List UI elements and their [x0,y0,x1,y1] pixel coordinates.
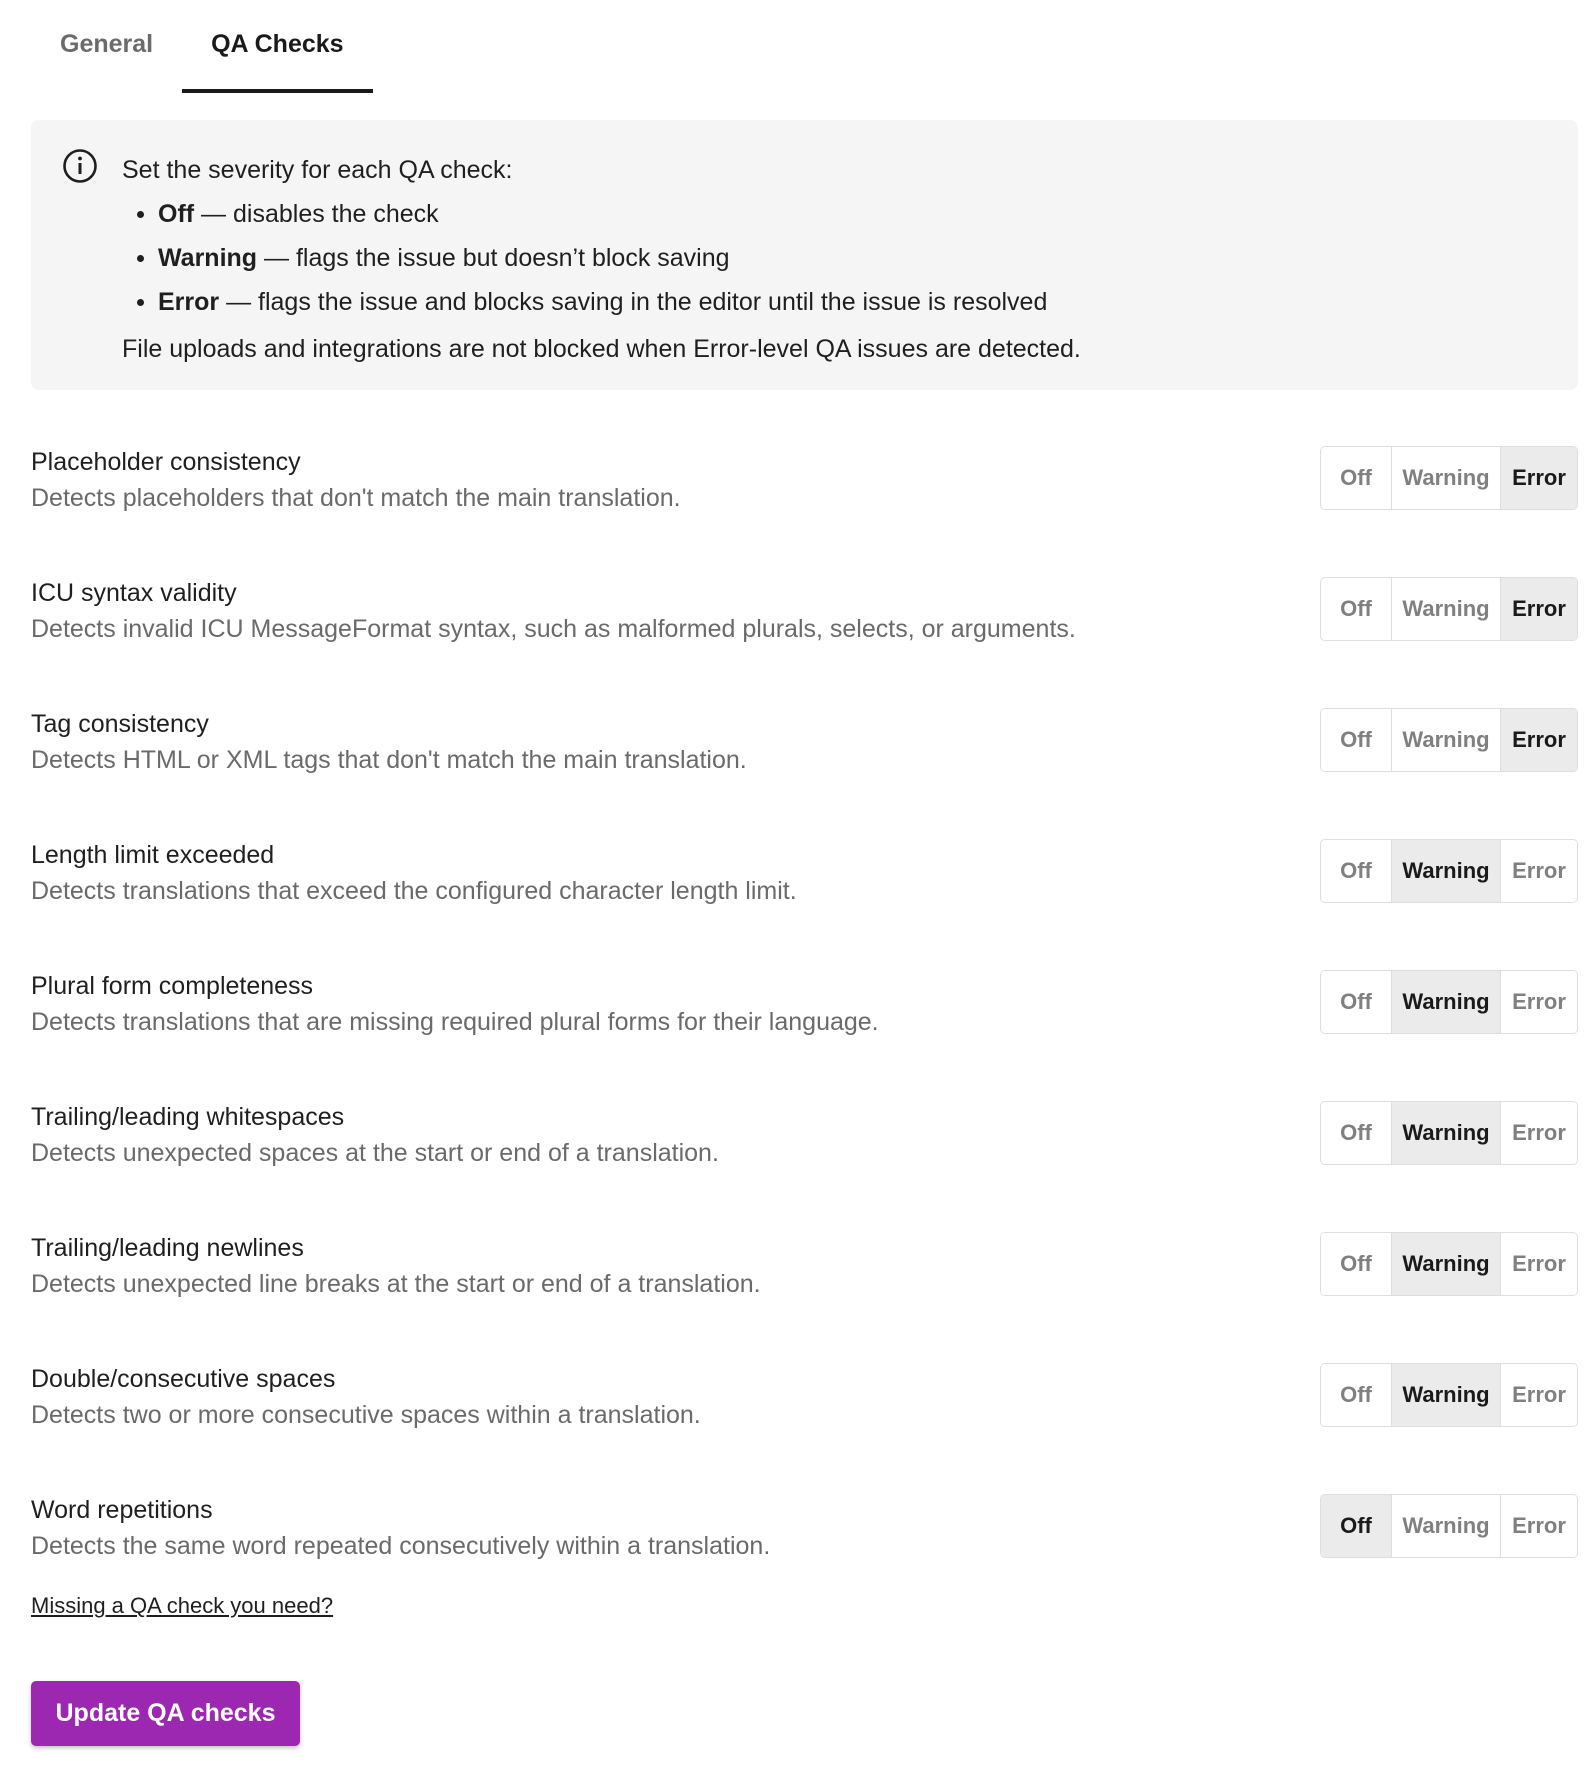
severity-selector: Off Warning Error [1320,1494,1578,1558]
check-title: Word repetitions [31,1496,213,1524]
severity-selector: Off Warning Error [1320,970,1578,1034]
legend-term: Error [158,288,220,316]
severity-error-button[interactable]: Error [1501,971,1577,1033]
check-title: Double/consecutive spaces [31,1365,336,1393]
severity-error-button[interactable]: Error [1501,1364,1577,1426]
tab-qa-checks[interactable]: QA Checks [182,0,373,93]
tab-bar: General QA Checks [31,0,373,93]
legend-text: — flags the issue but doesn’t block savi… [257,244,730,272]
qa-check-row: Word repetitions Detects the same word r… [31,1492,1578,1572]
legend-item-warning: Warning — flags the issue but doesn’t bl… [137,236,1081,280]
severity-selector: Off Warning Error [1320,577,1578,641]
check-description: Detects translations that are missing re… [31,1008,879,1036]
severity-selector: Off Warning Error [1320,708,1578,772]
qa-check-row: Plural form completeness Detects transla… [31,968,1578,1048]
legend-term: Warning [158,244,258,272]
severity-off-button[interactable]: Off [1321,578,1392,640]
info-panel: Set the severity for each QA check: Off … [31,120,1578,390]
legend-item-error: Error — flags the issue and blocks savin… [137,280,1081,324]
info-icon [63,149,97,183]
severity-error-button[interactable]: Error [1501,1495,1577,1557]
severity-error-button[interactable]: Error [1501,840,1577,902]
legend-item-off: Off — disables the check [137,192,1081,236]
check-title: ICU syntax validity [31,579,237,607]
severity-off-button[interactable]: Off [1321,840,1392,902]
qa-check-row: ICU syntax validity Detects invalid ICU … [31,575,1578,655]
severity-warning-button[interactable]: Warning [1392,578,1501,640]
check-title: Trailing/leading newlines [31,1234,304,1262]
info-text: Set the severity for each QA check: Off … [122,148,1081,371]
severity-error-button[interactable]: Error [1501,1233,1577,1295]
check-description: Detects unexpected line breaks at the st… [31,1270,761,1298]
severity-error-button[interactable]: Error [1501,1102,1577,1164]
severity-off-button[interactable]: Off [1321,447,1392,509]
severity-selector: Off Warning Error [1320,1101,1578,1165]
check-description: Detects the same word repeated consecuti… [31,1532,771,1560]
severity-warning-button[interactable]: Warning [1392,1364,1501,1426]
check-description: Detects two or more consecutive spaces w… [31,1401,701,1429]
severity-off-button[interactable]: Off [1321,1102,1392,1164]
severity-warning-button[interactable]: Warning [1392,709,1501,771]
severity-off-button[interactable]: Off [1321,1233,1392,1295]
severity-off-button[interactable]: Off [1321,971,1392,1033]
check-description: Detects unexpected spaces at the start o… [31,1139,719,1167]
info-lead: Set the severity for each QA check: [122,156,513,184]
severity-warning-button[interactable]: Warning [1392,971,1501,1033]
check-description: Detects invalid ICU MessageFormat syntax… [31,615,1076,643]
severity-selector: Off Warning Error [1320,1232,1578,1296]
check-title: Trailing/leading whitespaces [31,1103,345,1131]
check-description: Detects HTML or XML tags that don't matc… [31,746,747,774]
qa-check-row: Tag consistency Detects HTML or XML tags… [31,706,1578,786]
legend-text: — flags the issue and blocks saving in t… [219,288,1048,316]
legend-text: — disables the check [194,200,439,228]
qa-check-row: Trailing/leading newlines Detects unexpe… [31,1230,1578,1310]
severity-off-button[interactable]: Off [1321,709,1392,771]
severity-error-button[interactable]: Error [1501,578,1577,640]
check-title: Placeholder consistency [31,448,301,476]
check-description: Detects translations that exceed the con… [31,877,797,905]
severity-error-button[interactable]: Error [1501,709,1577,771]
severity-warning-button[interactable]: Warning [1392,447,1501,509]
check-title: Tag consistency [31,710,209,738]
qa-check-row: Placeholder consistency Detects placehol… [31,444,1578,524]
severity-off-button[interactable]: Off [1321,1495,1392,1557]
missing-qa-check-link[interactable]: Missing a QA check you need? [31,1591,333,1621]
info-footer: File uploads and integrations are not bl… [122,335,1081,363]
severity-selector: Off Warning Error [1320,839,1578,903]
check-title: Length limit exceeded [31,841,275,869]
qa-check-row: Trailing/leading whitespaces Detects une… [31,1099,1578,1179]
severity-warning-button[interactable]: Warning [1392,1102,1501,1164]
severity-warning-button[interactable]: Warning [1392,1233,1501,1295]
severity-warning-button[interactable]: Warning [1392,1495,1501,1557]
severity-off-button[interactable]: Off [1321,1364,1392,1426]
severity-legend: Off — disables the check Warning — flags… [122,192,1081,324]
severity-warning-button[interactable]: Warning [1392,840,1501,902]
severity-selector: Off Warning Error [1320,1363,1578,1427]
tab-general[interactable]: General [31,0,182,93]
qa-check-row: Length limit exceeded Detects translatio… [31,837,1578,917]
check-description: Detects placeholders that don't match th… [31,484,681,512]
check-title: Plural form completeness [31,972,314,1000]
update-qa-checks-button[interactable]: Update QA checks [31,1681,300,1746]
legend-term: Off [158,200,195,228]
severity-selector: Off Warning Error [1320,446,1578,510]
qa-check-row: Double/consecutive spaces Detects two or… [31,1361,1578,1441]
severity-error-button[interactable]: Error [1501,447,1577,509]
